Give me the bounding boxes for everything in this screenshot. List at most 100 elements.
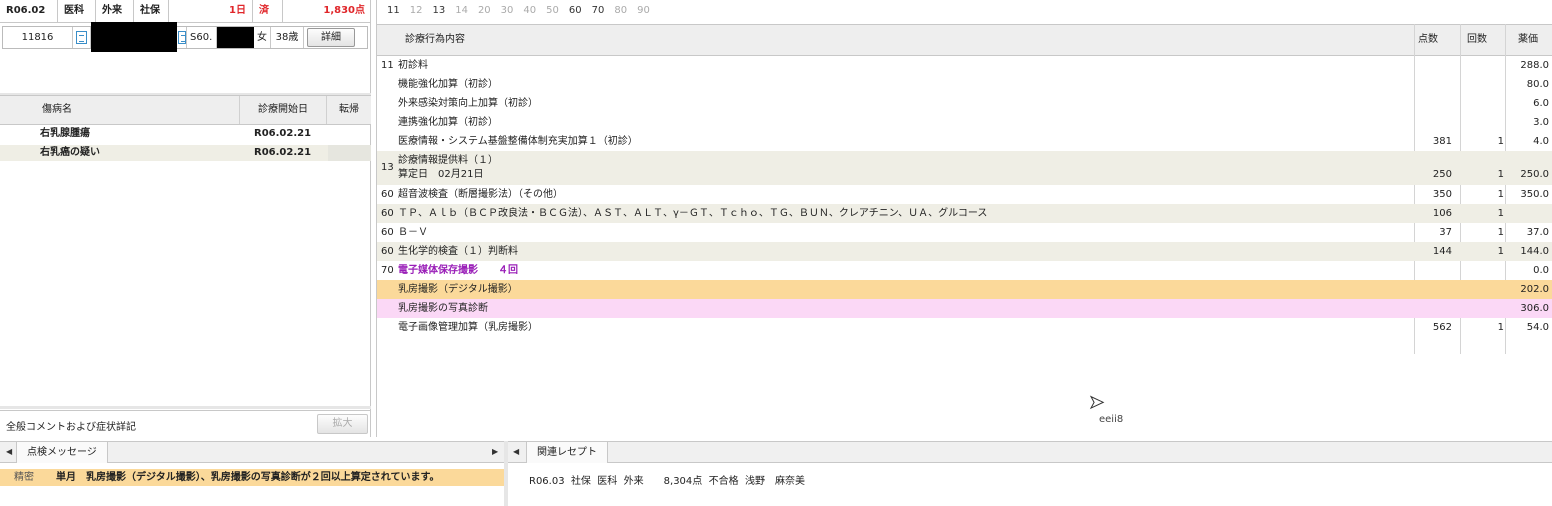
procedure-points: 381	[1432, 136, 1452, 147]
procedure-count: 1	[1497, 169, 1504, 180]
procedure-name: Ｂ－Ｖ	[398, 227, 428, 238]
procedure-medicine: 202.0	[1520, 284, 1549, 295]
visit-type-label: 外来	[96, 0, 134, 22]
procedure-count: 1	[1497, 246, 1504, 257]
procedure-name: 電子媒体保存撮影 ４回	[398, 265, 518, 276]
document-icon[interactable]	[73, 27, 91, 48]
procedure-row[interactable]: 機能強化加算（初診） 80.0	[377, 75, 1552, 94]
procedure-code: 60	[381, 227, 394, 238]
period-label: R06.02	[0, 0, 58, 22]
procedure-table-header: 診療行為内容 点数 回数 薬価	[377, 24, 1552, 56]
procedure-row[interactable]: 乳房撮影（デジタル撮影） 202.0	[377, 280, 1552, 299]
tab-related-receipts[interactable]: 関連レセプト	[526, 442, 608, 463]
procedure-row[interactable]: 70 電子媒体保存撮影 ４回 0.0	[377, 261, 1552, 280]
birth-era: S60.	[187, 27, 217, 48]
procedure-row[interactable]: 医療情報・システム基盤整備体制充実加算１（初診） 381 1 4.0	[377, 132, 1552, 151]
procedure-name: 生化学的検査（１）判断料	[398, 246, 518, 257]
procedure-row[interactable]: 連携強化加算（初診） 3.0	[377, 113, 1552, 132]
procedure-name: 初診料	[398, 60, 428, 71]
left-arrow-icon[interactable]: ◀	[513, 447, 519, 456]
col-start-date[interactable]: 診療開始日	[240, 96, 327, 124]
document-icon-2[interactable]	[177, 27, 187, 48]
procedure-row[interactable]: 13 診療情報提供料（１） 算定日 02月21日 250 1 250.0	[377, 151, 1552, 185]
procedure-code: 60	[381, 189, 394, 200]
dept-label: 医科	[58, 0, 96, 22]
procedure-row[interactable]: 60 Ｂ－Ｖ 37 1 37.0	[377, 223, 1552, 242]
disease-row[interactable]: 右乳腺腫瘍 R06.02.21	[0, 126, 371, 142]
detail-button[interactable]: 詳細	[307, 28, 355, 47]
check-message-header: ◀ 点検メッセージ ▶	[0, 441, 504, 463]
related-receipt-row[interactable]: R06.03 社保 医科 外来 8,304点 不合格 浅野 麻奈美	[529, 472, 805, 487]
bottom-panels: ◀ 点検メッセージ ▶ 精密 単月 乳房撮影（デジタル撮影）、乳房撮影の写真診断…	[0, 441, 1552, 506]
procedure-row[interactable]: 乳房撮影の写真診断 306.0	[377, 299, 1552, 318]
redacted-name	[91, 22, 177, 52]
right-arrow-icon[interactable]: ▶	[492, 447, 498, 456]
procedure-points: 144	[1432, 246, 1452, 257]
col-medicine[interactable]: 薬価	[1518, 25, 1538, 55]
procedure-count: 1	[1497, 189, 1504, 200]
procedure-count: 1	[1497, 208, 1504, 219]
procedure-row[interactable]: 外来感染対策向上加算（初診） 6.0	[377, 94, 1552, 113]
procedure-name: 乳房撮影の写真診断	[398, 303, 488, 314]
code-filter-tabs: 11 12 13 14 20 30 40 50 60 70 80 90	[377, 0, 1552, 24]
procedure-row[interactable]: 11 初診料 288.0	[377, 56, 1552, 75]
code-tab-14[interactable]: 14	[455, 5, 468, 16]
tab-check-messages[interactable]: 点検メッセージ	[16, 442, 108, 463]
procedure-medicine: 250.0	[1520, 169, 1549, 180]
procedure-subtext: 算定日 02月21日	[398, 169, 484, 180]
disease-start: R06.02.21	[254, 147, 312, 158]
procedure-name: 外来感染対策向上加算（初診）	[398, 98, 538, 109]
code-tab-50[interactable]: 50	[546, 5, 559, 16]
receipt-summary-row: R06.02 医科 外来 社保 1日 済 1,830点	[0, 0, 371, 23]
procedure-row[interactable]: 60 ＴＰ、Ａｌｂ（ＢＣＰ改良法・ＢＣＧ法）、ＡＳＴ、ＡＬＴ、γ－ＧＴ、Ｔｃｈｏ、…	[377, 204, 1552, 223]
col-disease-name[interactable]: 傷病名	[0, 96, 240, 124]
procedure-name: 医療情報・システム基盤整備体制充実加算１（初診）	[398, 136, 638, 147]
procedure-medicine: 0.0	[1533, 265, 1549, 276]
col-content[interactable]: 診療行為内容	[405, 25, 465, 55]
col-count[interactable]: 回数	[1467, 25, 1487, 55]
code-tab-30[interactable]: 30	[501, 5, 514, 16]
check-message-row[interactable]: 精密 単月 乳房撮影（デジタル撮影）、乳房撮影の写真診断が２回以上算定されていま…	[0, 469, 504, 486]
procedure-medicine: 144.0	[1520, 246, 1549, 257]
procedure-name: 電子画像管理加算（乳房撮影）	[398, 322, 538, 333]
procedure-medicine: 37.0	[1526, 227, 1549, 238]
redacted-birth	[217, 27, 254, 48]
status-label: 済	[253, 0, 283, 22]
procedure-medicine: 306.0	[1520, 303, 1549, 314]
code-tab-12[interactable]: 12	[410, 5, 423, 16]
col-outcome[interactable]: 転帰	[327, 96, 371, 124]
disease-row[interactable]: 右乳癌の疑い R06.02.21	[0, 145, 371, 161]
code-tab-13[interactable]: 13	[432, 5, 445, 16]
procedure-row[interactable]: 電子画像管理加算（乳房撮影） 562 1 54.0	[377, 318, 1552, 337]
sex-label: 女	[254, 27, 271, 48]
disease-outcome	[328, 145, 371, 161]
code-tab-90[interactable]: 90	[637, 5, 650, 16]
comment-label: 全般コメントおよび症状詳記	[6, 422, 136, 433]
procedure-name: 超音波検査（断層撮影法）（その他）	[398, 189, 563, 200]
code-tab-40[interactable]: 40	[523, 5, 536, 16]
insurance-label: 社保	[134, 0, 169, 22]
procedure-code: 60	[381, 246, 394, 257]
procedure-medicine: 4.0	[1533, 136, 1549, 147]
splitter-bottom[interactable]	[0, 406, 371, 409]
code-tab-20[interactable]: 20	[478, 5, 491, 16]
procedure-panel: 11 12 13 14 20 30 40 50 60 70 80 90 診療行為内容 点数 回数 薬価…	[376, 0, 1552, 437]
procedure-count: 1	[1497, 136, 1504, 147]
code-tab-11[interactable]: 11	[387, 5, 400, 16]
left-arrow-icon[interactable]: ◀	[6, 447, 12, 456]
procedure-row[interactable]: 60 超音波検査（断層撮影法）（その他） 350 1 350.0	[377, 185, 1552, 204]
procedure-code: 70	[381, 265, 394, 276]
col-points[interactable]: 点数	[1418, 25, 1438, 55]
code-tab-70[interactable]: 70	[592, 5, 605, 16]
code-tab-80[interactable]: 80	[614, 5, 627, 16]
procedure-name: 乳房撮影（デジタル撮影）	[398, 284, 518, 295]
total-points-label: 1,830点	[323, 5, 365, 16]
procedure-row[interactable]: 60 生化学的検査（１）判断料 144 1 144.0	[377, 242, 1552, 261]
patient-info-row: 11816 S60. 女 38歳 詳細	[2, 22, 368, 52]
watermark-text: eeii8	[1099, 414, 1124, 425]
disease-table-header: 傷病名 診療開始日 転帰	[0, 95, 371, 125]
procedure-medicine: 80.0	[1526, 79, 1549, 90]
procedure-count: 1	[1497, 322, 1504, 333]
code-tab-60[interactable]: 60	[569, 5, 582, 16]
expand-button[interactable]: 拡大	[317, 414, 368, 434]
